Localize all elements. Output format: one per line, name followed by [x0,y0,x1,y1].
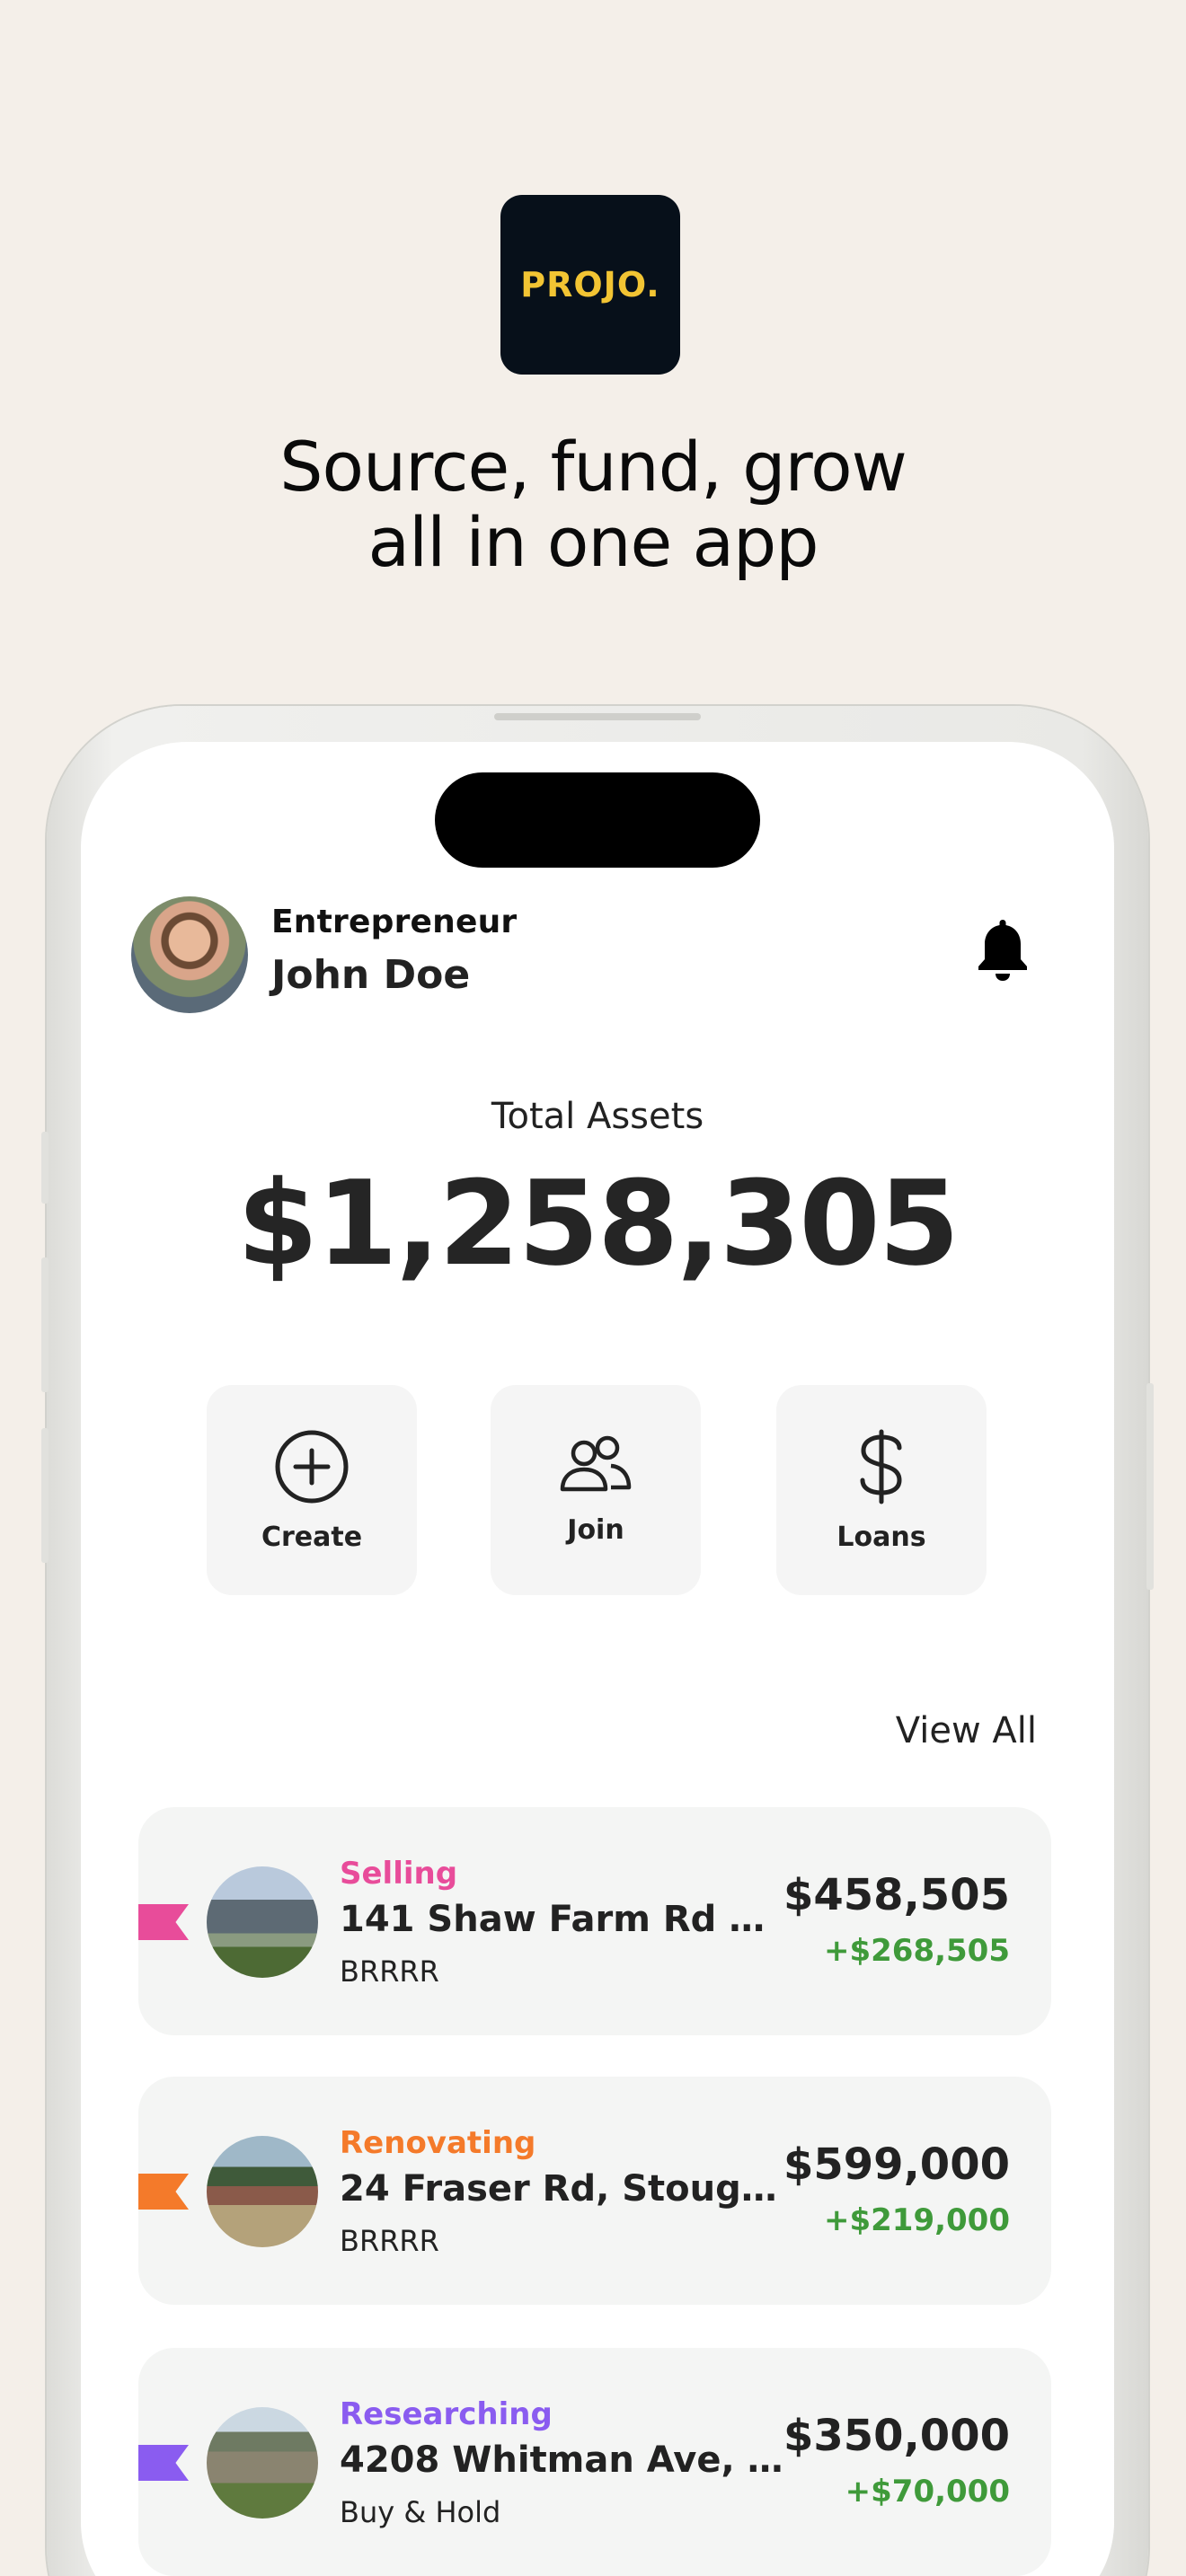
phone-volume-down [41,1428,49,1563]
property-card[interactable]: Selling 141 Shaw Farm Rd #141,... BRRRR … [138,1807,1051,2035]
property-photo [207,2407,318,2519]
property-strategy: BRRRR [340,1954,439,1989]
status-flag-icon [138,2174,189,2210]
headline: Source, fund, grow all in one app [0,429,1186,580]
status-label: Researching [340,2396,553,2432]
join-button[interactable]: Join [491,1385,701,1595]
user-role: Entrepreneur [271,904,518,940]
logo-text: PROJO. [520,265,660,304]
page: PROJO. Source, fund, grow all in one app… [0,0,1186,2576]
property-value: $458,505 [783,1870,1010,1920]
property-gain: +$70,000 [845,2474,1010,2510]
property-card[interactable]: Renovating 24 Fraser Rd, Stoughto... BRR… [138,2077,1051,2305]
phone-volume-up [41,1257,49,1392]
avatar[interactable] [131,896,248,1013]
loans-label: Loans [836,1521,926,1553]
status-flag-icon [138,1904,189,1940]
property-strategy: Buy & Hold [340,2495,501,2529]
dynamic-island [435,772,760,868]
join-label: Join [567,1513,624,1546]
app-logo: PROJO. [500,195,680,375]
property-card[interactable]: Researching 4208 Whitman Ave, Cl... Buy … [138,2348,1051,2576]
property-gain: +$268,505 [823,1933,1010,1969]
headline-line-1: Source, fund, grow [279,427,907,507]
create-button[interactable]: Create [207,1385,417,1595]
create-label: Create [261,1521,363,1553]
view-all-link[interactable]: View All [896,1710,1037,1751]
property-address: 141 Shaw Farm Rd #141,... [340,1899,789,1940]
users-icon [560,1435,632,1491]
dollar-icon [860,1429,902,1504]
property-gain: +$219,000 [823,2202,1010,2238]
phone-screen: Entrepreneur John Doe Total Assets $1,25… [81,742,1114,2576]
user-name: John Doe [271,952,471,998]
phone-speaker [494,713,701,720]
property-value: $350,000 [783,2411,1010,2461]
property-photo [207,2136,318,2247]
bell-icon[interactable] [974,916,1031,984]
phone-side-button [41,1132,49,1204]
property-strategy: BRRRR [340,2224,439,2258]
total-assets-value: $1,258,305 [236,1155,960,1292]
loans-button[interactable]: Loans [776,1385,987,1595]
total-assets-label: Total Assets [491,1096,704,1137]
plus-circle-icon [275,1430,349,1503]
headline-line-2: all in one app [367,502,819,582]
phone-power-button [1146,1383,1154,1590]
status-label: Renovating [340,2125,536,2161]
status-flag-icon [138,2445,189,2481]
property-value: $599,000 [783,2139,1010,2190]
status-label: Selling [340,1856,458,1892]
property-address: 24 Fraser Rd, Stoughto... [340,2168,789,2210]
property-photo [207,1866,318,1978]
property-address: 4208 Whitman Ave, Cl... [340,2439,789,2481]
